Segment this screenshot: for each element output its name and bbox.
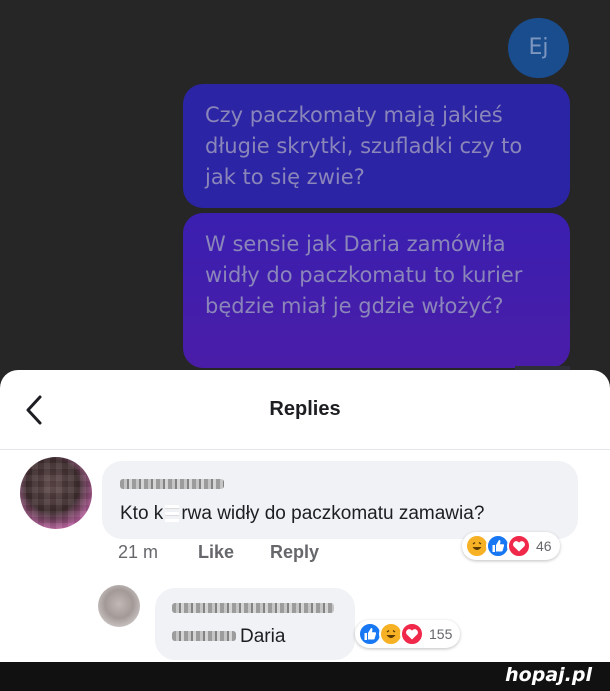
reaction-count: 46 — [536, 538, 552, 554]
love-icon — [400, 622, 424, 646]
reply-text: Daria — [240, 626, 286, 647]
reaction-count: 155 — [429, 626, 453, 642]
comment-bubble — [102, 461, 578, 539]
blurred-mention — [172, 631, 236, 641]
blurred-author-name[interactable] — [172, 603, 334, 613]
message-bubble-followup: W sensie jak Daria zamówiła widły do pac… — [183, 213, 570, 368]
comment-text-part: rwa widły do paczkomatu zamawia? — [181, 503, 485, 524]
reply-bubble — [155, 588, 355, 660]
reaction-summary[interactable]: 155 — [355, 620, 461, 648]
comment-timestamp: 21 m — [118, 542, 159, 562]
like-link[interactable]: Like — [198, 542, 234, 563]
message-bubble-question: Czy paczkomaty mają jakieś długie skrytk… — [183, 84, 570, 208]
reply-link[interactable]: Reply — [270, 542, 319, 563]
message-bubble-ej: Ej — [508, 18, 569, 78]
comment-text-part: Kto k — [120, 503, 164, 524]
avatar[interactable] — [98, 585, 140, 627]
watermark-bar: hopaj.pl — [0, 662, 610, 691]
sheet-title: Replies — [269, 398, 341, 420]
comment-text: Kto k rwa widły do paczkomatu zamawia? — [120, 503, 484, 525]
love-icon — [507, 534, 531, 558]
chat-background: Ej Czy paczkomaty mają jakieś długie skr… — [0, 0, 610, 380]
reaction-summary[interactable]: 46 — [462, 532, 560, 560]
avatar[interactable] — [20, 457, 92, 529]
sheet-header: Replies — [0, 370, 610, 450]
censor-pixelation — [165, 504, 180, 522]
watermark-logo: hopaj.pl — [505, 664, 592, 686]
blurred-author-name[interactable] — [120, 479, 224, 489]
